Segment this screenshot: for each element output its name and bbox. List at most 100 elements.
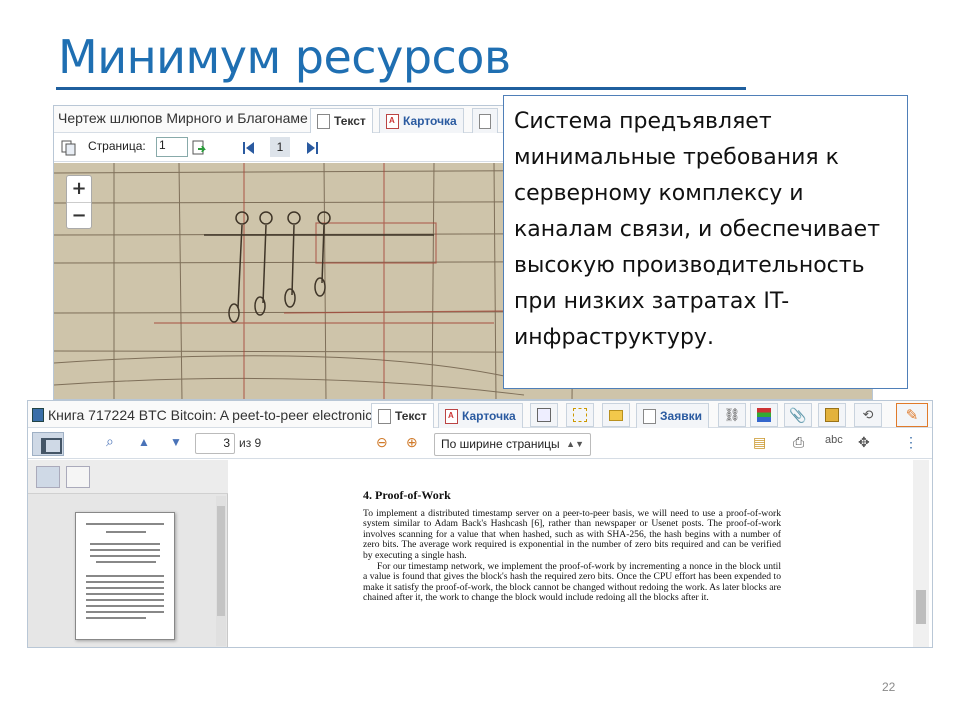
- clipboard-icon: [643, 408, 656, 424]
- zoom-in-icon[interactable]: ⊕: [406, 434, 418, 451]
- history-button[interactable]: ⟲: [854, 403, 882, 427]
- previous-page-icon[interactable]: ▲: [138, 435, 150, 449]
- tab-text[interactable]: Текст: [310, 108, 373, 133]
- current-page-indicator: 1: [270, 137, 290, 157]
- thumb-line: [86, 611, 164, 613]
- sidebar-toggle-button[interactable]: [32, 432, 64, 456]
- contents-icon: [479, 113, 491, 129]
- thumb-line: [86, 581, 164, 583]
- tab-card[interactable]: Карточка: [379, 108, 464, 133]
- paragraph: To implement a distributed timestamp ser…: [363, 507, 781, 561]
- tab-text[interactable]: Текст: [371, 403, 434, 428]
- paperclip-icon: 📎: [789, 406, 807, 423]
- first-page-icon[interactable]: [241, 140, 257, 156]
- thumb-line: [86, 575, 164, 577]
- outline-list-icon[interactable]: [66, 466, 90, 488]
- thumbnail-grid-icon[interactable]: [36, 466, 60, 488]
- thumbnail-scrollbar[interactable]: [216, 496, 226, 646]
- document-properties-icon[interactable]: ▤: [753, 434, 766, 451]
- zoom-in-button[interactable]: +: [67, 176, 91, 203]
- pdf-doc-title-text: Книга 717224 BTC Bitcoin: A peet-to-peer…: [48, 407, 372, 423]
- thumb-line: [90, 543, 160, 545]
- thumbnail-view-switcher: [28, 460, 228, 494]
- page-thumbnail[interactable]: [75, 512, 175, 640]
- next-page-icon[interactable]: ▼: [170, 435, 182, 449]
- document-scrollbar[interactable]: [913, 460, 929, 647]
- thumb-line: [86, 599, 164, 601]
- slide-page-number: 22: [882, 680, 896, 694]
- scroll-thumb[interactable]: [217, 506, 225, 616]
- chain-link-icon: ⛓: [723, 407, 741, 422]
- annotate-button[interactable]: ✎: [896, 403, 928, 427]
- go-page-icon[interactable]: [192, 140, 208, 156]
- thumb-line: [106, 531, 146, 533]
- document-icon: [378, 408, 391, 424]
- document-text: 4. Proof-of-Work To implement a distribu…: [363, 488, 781, 604]
- scroll-thumb[interactable]: [916, 590, 926, 624]
- links-button[interactable]: ⛓: [718, 403, 746, 427]
- more-options-icon[interactable]: ⋮: [904, 434, 918, 451]
- thumb-line: [96, 561, 156, 563]
- pdf-doc-title: Книга 717224 BTC Bitcoin: A peet-to-peer…: [32, 405, 372, 425]
- title-underline: [56, 87, 746, 90]
- zoom-out-button[interactable]: −: [67, 203, 91, 230]
- folder-button[interactable]: [602, 403, 630, 427]
- thumb-line: [90, 555, 160, 557]
- lock-icon: [825, 408, 839, 422]
- tab-contents[interactable]: [472, 108, 498, 133]
- slide-title: Минимум ресурсов: [58, 30, 511, 84]
- pages-icon[interactable]: [61, 140, 77, 156]
- page-input[interactable]: 1: [156, 137, 188, 157]
- thumb-line: [86, 617, 146, 619]
- drawing-doc-title: Чертеж шлюпов Мирного и Благонамеренного: [58, 110, 308, 126]
- pdf-viewer: Книга 717224 BTC Bitcoin: A peet-to-peer…: [27, 400, 933, 648]
- card-icon: [386, 113, 399, 129]
- move-icon[interactable]: ✥: [858, 434, 870, 451]
- hierarchy-icon: [573, 408, 587, 422]
- books-button[interactable]: [750, 403, 778, 427]
- tab-text-label: Текст: [395, 409, 427, 423]
- tab-card-label: Карточка: [462, 409, 516, 423]
- document-icon: [317, 113, 330, 129]
- lock-button[interactable]: [818, 403, 846, 427]
- paragraph: For our timestamp network, we implement …: [363, 560, 781, 604]
- contents-icon: [537, 408, 551, 422]
- book-icon: [32, 408, 44, 422]
- thumb-line: [86, 593, 164, 595]
- callout-box: Система предъявляет минимальные требован…: [503, 95, 908, 389]
- contents-button[interactable]: [530, 403, 558, 427]
- books-icon: [757, 408, 771, 422]
- pdf-viewer-tabbar: Книга 717224 BTC Bitcoin: A peet-to-peer…: [28, 401, 932, 428]
- page-count-label: из 9: [239, 436, 262, 450]
- map-zoom-control: + −: [66, 175, 92, 229]
- tab-card-label: Карточка: [403, 114, 457, 128]
- pen-icon: ✎: [905, 407, 919, 424]
- hierarchy-button[interactable]: [566, 403, 594, 427]
- clock-icon: ⟲: [862, 407, 874, 422]
- thumbnail-pane: [28, 460, 228, 647]
- print-icon[interactable]: ⎙: [793, 434, 804, 451]
- zoom-mode-value: По ширине страницы: [441, 437, 560, 451]
- pdf-viewer-toolbar: ⌕ ▲ ▼ 3 из 9 ⊖ ⊕ По ширине страницы ▲▼ ▤…: [28, 429, 932, 459]
- folder-icon: [609, 409, 623, 421]
- tab-text-label: Текст: [334, 114, 366, 128]
- last-page-icon[interactable]: [304, 140, 320, 156]
- document-page-area: 4. Proof-of-Work To implement a distribu…: [229, 460, 932, 647]
- card-icon: [445, 408, 458, 424]
- thumb-line: [90, 549, 160, 551]
- chevron-down-icon: ▲▼: [566, 439, 584, 449]
- section-heading: 4. Proof-of-Work: [363, 488, 451, 502]
- zoom-mode-select[interactable]: По ширине страницы ▲▼: [434, 433, 591, 456]
- tab-requests-label: Заявки: [660, 409, 702, 423]
- thumb-line: [86, 605, 164, 607]
- thumb-line: [86, 523, 164, 525]
- thumb-line: [86, 587, 164, 589]
- tab-card[interactable]: Карточка: [438, 403, 523, 428]
- page-label: Страница:: [88, 139, 146, 153]
- search-icon[interactable]: ⌕: [106, 433, 114, 450]
- tab-requests[interactable]: Заявки: [636, 403, 709, 428]
- page-number-input[interactable]: 3: [195, 433, 235, 454]
- attach-button[interactable]: 📎: [784, 403, 812, 427]
- zoom-out-icon[interactable]: ⊖: [376, 434, 388, 451]
- spellcheck-icon[interactable]: abc: [825, 434, 843, 446]
